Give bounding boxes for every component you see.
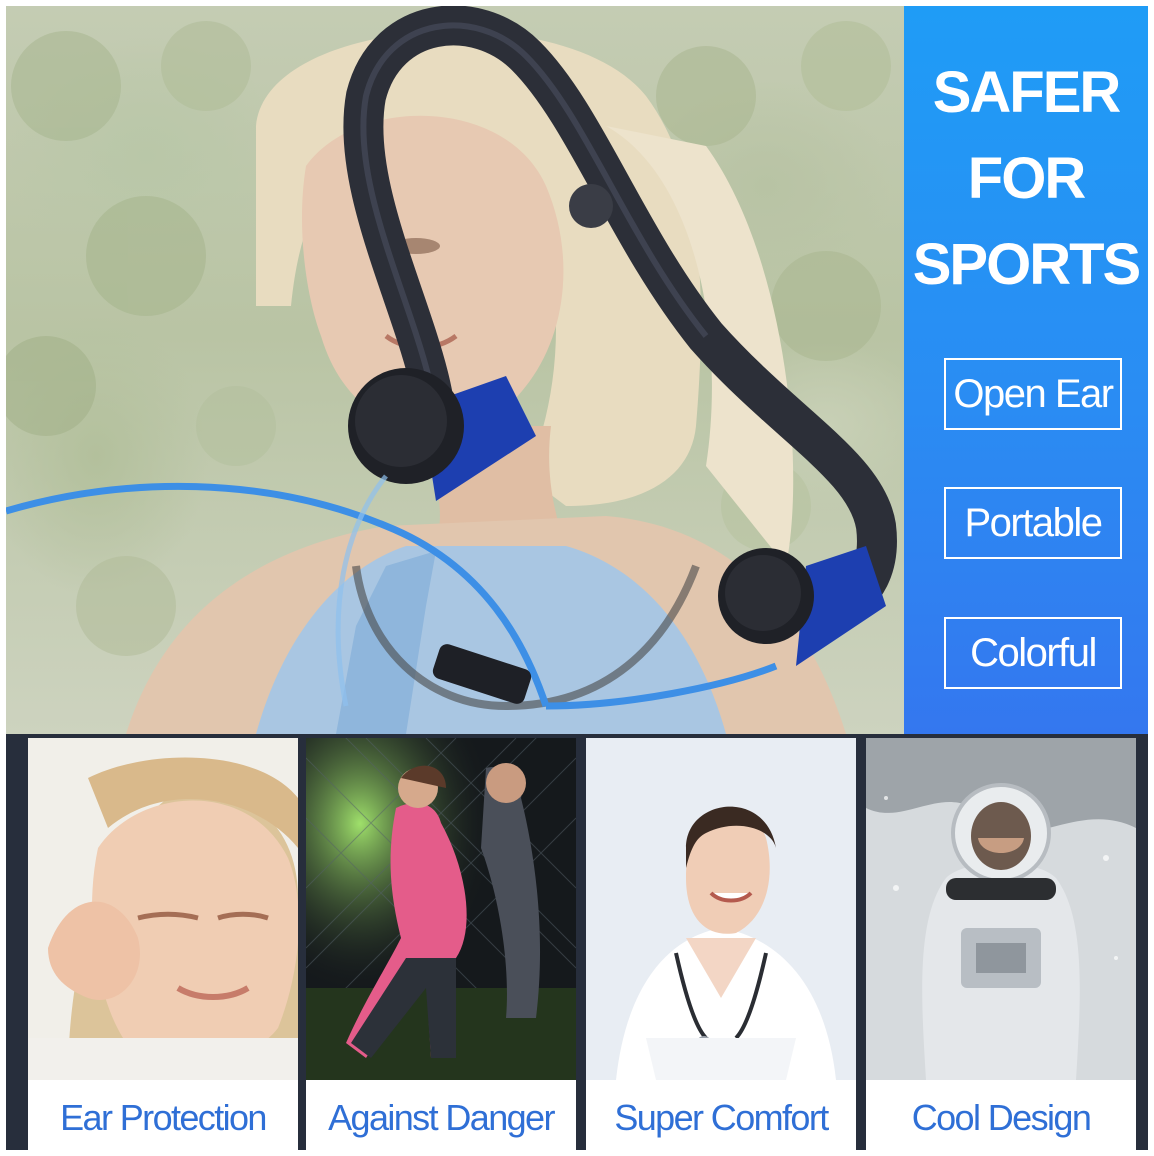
card-ear-protection: Ear Protection <box>28 738 298 1150</box>
photo-night-runners <box>306 738 576 1080</box>
headline-line-1: SAFER <box>932 60 1122 125</box>
headline: SAFER FOR SPORTS <box>904 50 1148 308</box>
feature-colorful: Colorful <box>944 617 1122 689</box>
card-label: Against Danger <box>328 1097 555 1138</box>
hero-feature-panel: SAFER FOR SPORTS Open Ear Portable Color… <box>904 6 1148 734</box>
hero-section: SAFER FOR SPORTS Open Ear Portable Color… <box>6 6 1148 734</box>
headline-line-2: FOR <box>967 146 1086 211</box>
card-against-danger: Against Danger <box>306 738 576 1150</box>
card-cool-design: Cool Design <box>866 738 1136 1150</box>
hero-illustration <box>6 6 897 734</box>
photo-child-covering-ears <box>28 738 298 1080</box>
benefits-strip: Ear Protection Against Danger Super Comf… <box>6 734 1148 1150</box>
card-label: Ear Protection <box>60 1097 267 1138</box>
card-super-comfort: Super Comfort <box>586 738 856 1150</box>
feature-portable: Portable <box>944 487 1122 559</box>
product-banner: SAFER FOR SPORTS Open Ear Portable Color… <box>6 6 1148 1150</box>
feature-open-ear: Open Ear <box>944 358 1122 430</box>
card-label: Super Comfort <box>614 1097 829 1138</box>
photo-smiling-doctor <box>586 738 856 1080</box>
headline-line-3: SPORTS <box>912 232 1142 297</box>
photo-astronaut-in-snow <box>866 738 1136 1080</box>
card-label: Cool Design <box>911 1097 1092 1138</box>
hero-photo-runner-with-headphones <box>6 6 904 734</box>
